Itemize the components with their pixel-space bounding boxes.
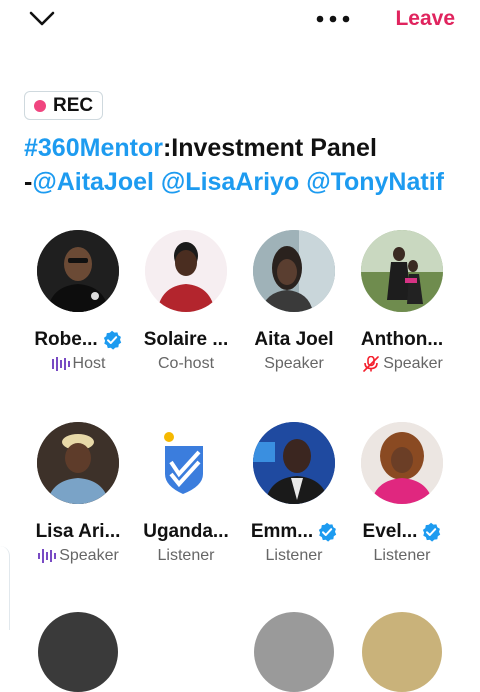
participant-card[interactable]: Robe... Host <box>24 230 132 373</box>
person-photo-icon <box>253 422 335 504</box>
participant-role: Speaker <box>59 547 119 564</box>
participant-role: Host <box>72 355 106 372</box>
avatar <box>37 422 119 504</box>
recording-dot-icon <box>34 99 46 112</box>
participant-card[interactable]: Aita Joel Speaker <box>240 230 348 373</box>
avatar <box>253 422 335 504</box>
participant-card[interactable]: Evel... Listener <box>348 422 456 565</box>
avatar[interactable] <box>38 612 118 692</box>
avatar <box>145 422 227 504</box>
participant-card[interactable]: Lisa Ari... Speaker <box>24 422 132 565</box>
avatar[interactable] <box>146 612 226 692</box>
more-options-icon[interactable] <box>313 12 353 26</box>
person-photo-icon <box>361 230 443 312</box>
participant-role: Co-host <box>157 355 215 372</box>
avatar <box>361 422 443 504</box>
participant-name: Aita Joel <box>254 329 334 350</box>
participant-role: Speaker <box>264 355 324 372</box>
speaking-wave-icon <box>38 549 57 563</box>
avatar <box>145 230 227 312</box>
person-photo-icon <box>145 230 227 312</box>
title-text: :Investment Panel <box>162 134 377 162</box>
avatar[interactable] <box>254 612 334 692</box>
participant-role: Listener <box>373 547 431 564</box>
leave-button[interactable]: Leave <box>395 7 455 31</box>
speaking-wave-icon <box>51 357 70 371</box>
person-photo-icon <box>37 422 119 504</box>
participant-name: Emm... <box>250 521 314 542</box>
participant-card[interactable]: Uganda... Listener <box>132 422 240 565</box>
verified-badge-icon <box>423 522 441 542</box>
mention-link[interactable]: @LisaAriyo <box>161 168 299 196</box>
recording-label: REC <box>53 94 94 116</box>
participant-role: Listener <box>265 547 323 564</box>
participant-name: Solaire ... <box>143 329 229 350</box>
verified-badge-icon <box>319 522 337 542</box>
person-photo-icon <box>37 230 119 312</box>
avatar <box>37 230 119 312</box>
mention-link[interactable]: @AitaJoel <box>32 168 154 196</box>
participant-card[interactable]: Anthon... Speaker <box>348 230 456 373</box>
recording-badge: REC <box>24 91 104 120</box>
hashtag-link[interactable]: #360Mentor <box>24 134 163 162</box>
person-photo-icon <box>253 230 335 312</box>
participant-name: Anthon... <box>360 329 444 350</box>
space-title: #360Mentor:Investment Panel -@AitaJoel @… <box>24 131 464 199</box>
participant-name: Uganda... <box>143 521 229 542</box>
mic-muted-icon <box>363 356 380 372</box>
chevron-down-icon[interactable] <box>28 8 56 30</box>
mention-link[interactable]: @TonyNatif <box>306 168 444 196</box>
participant-name: Evel... <box>362 521 418 542</box>
avatar <box>253 230 335 312</box>
participant-name: Lisa Ari... <box>35 521 121 542</box>
participant-name: Robe... <box>34 329 98 350</box>
avatar[interactable] <box>362 612 442 692</box>
participant-role: Listener <box>157 547 215 564</box>
verified-badge-icon <box>103 330 121 350</box>
top-bar: Leave <box>0 0 480 40</box>
participant-card[interactable]: Emm... Listener <box>240 422 348 565</box>
organization-logo-icon <box>145 422 227 504</box>
participant-card[interactable]: Solaire ... Co-host <box>132 230 240 373</box>
person-photo-icon <box>361 422 443 504</box>
participant-role: Speaker <box>383 355 443 372</box>
avatar <box>361 230 443 312</box>
side-panel-edge <box>0 546 10 630</box>
